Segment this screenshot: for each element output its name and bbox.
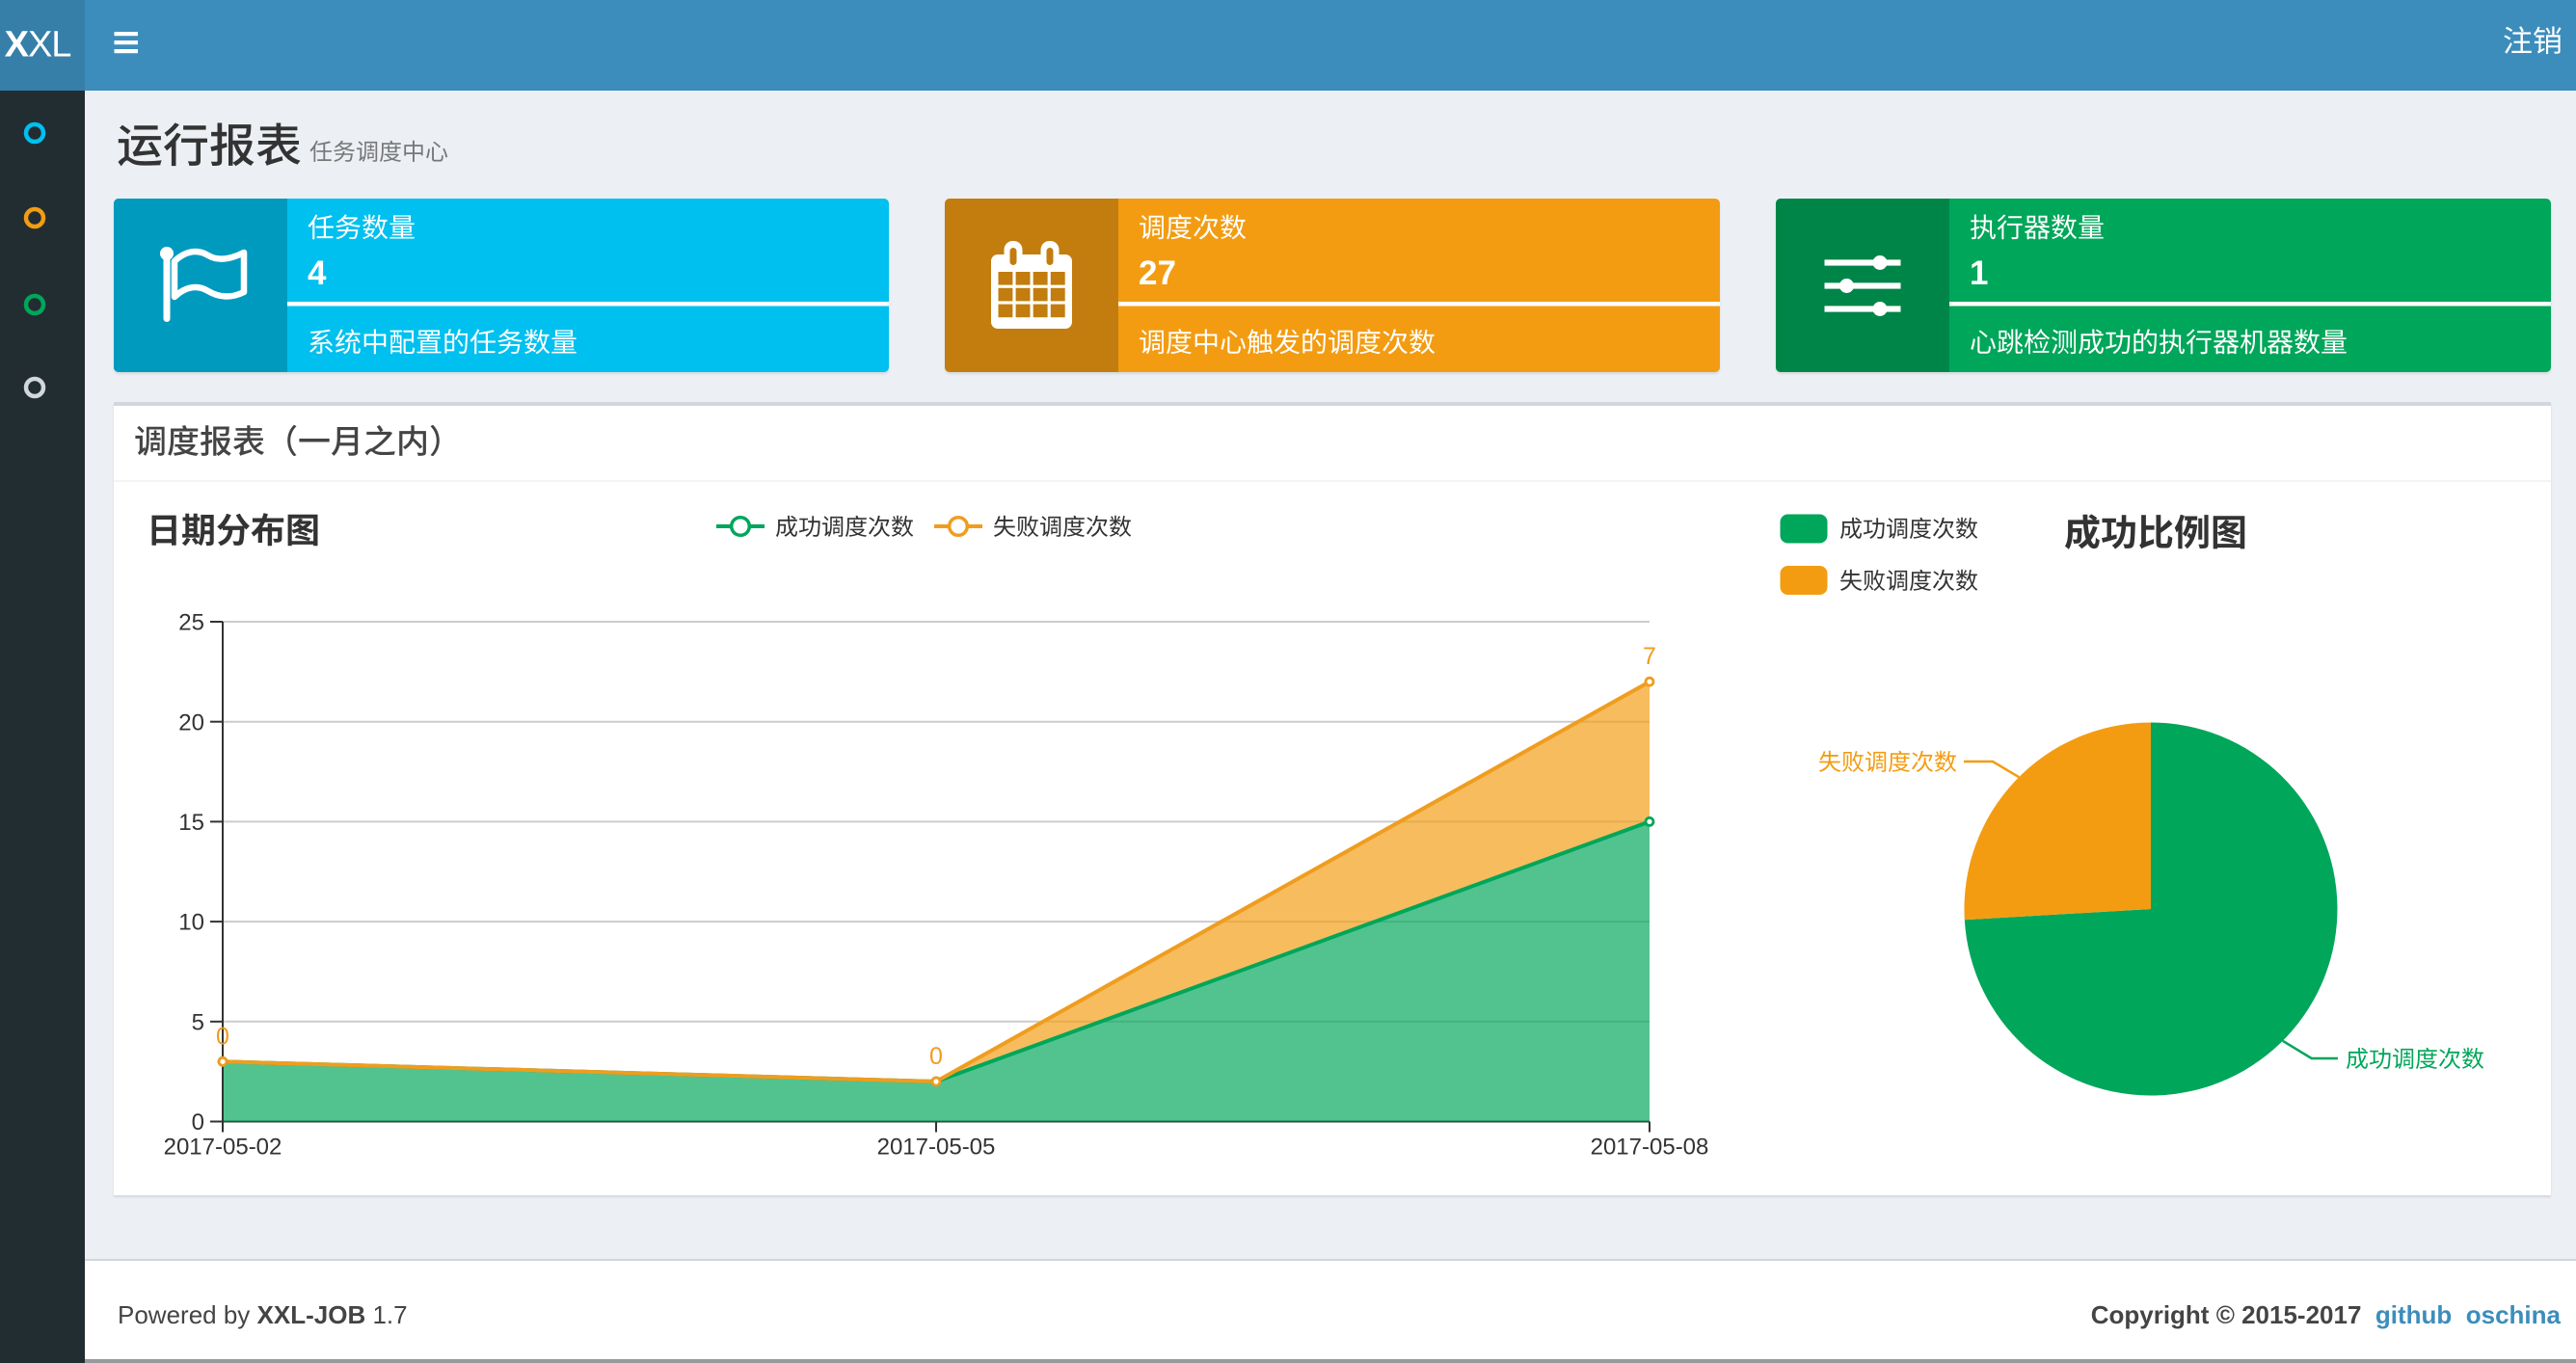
svg-text:XXL: XXL xyxy=(5,25,71,66)
svg-text:20: 20 xyxy=(178,709,204,735)
svg-text:27: 27 xyxy=(1139,254,1176,292)
svg-text:1: 1 xyxy=(1970,254,1988,292)
svg-text:Powered by XXL-JOB 1.7: Powered by XXL-JOB 1.7 xyxy=(118,1300,408,1329)
svg-text:15: 15 xyxy=(178,810,204,836)
svg-text:7: 7 xyxy=(1643,643,1656,670)
svg-text:2017-05-02: 2017-05-02 xyxy=(164,1135,282,1161)
svg-text:0: 0 xyxy=(192,1109,204,1136)
svg-text:10: 10 xyxy=(178,910,204,936)
svg-text:0: 0 xyxy=(216,1023,229,1050)
svg-text:5: 5 xyxy=(192,1009,204,1035)
svg-text:25: 25 xyxy=(178,610,204,636)
svg-text:Copyright © 2015-2017 github: Copyright © 2015-2017 github oschina xyxy=(2091,1300,2562,1329)
svg-text:2017-05-08: 2017-05-08 xyxy=(1591,1135,1709,1161)
svg-text:2017-05-05: 2017-05-05 xyxy=(877,1135,996,1161)
svg-text:0: 0 xyxy=(929,1043,943,1070)
svg-text:4: 4 xyxy=(308,254,327,292)
